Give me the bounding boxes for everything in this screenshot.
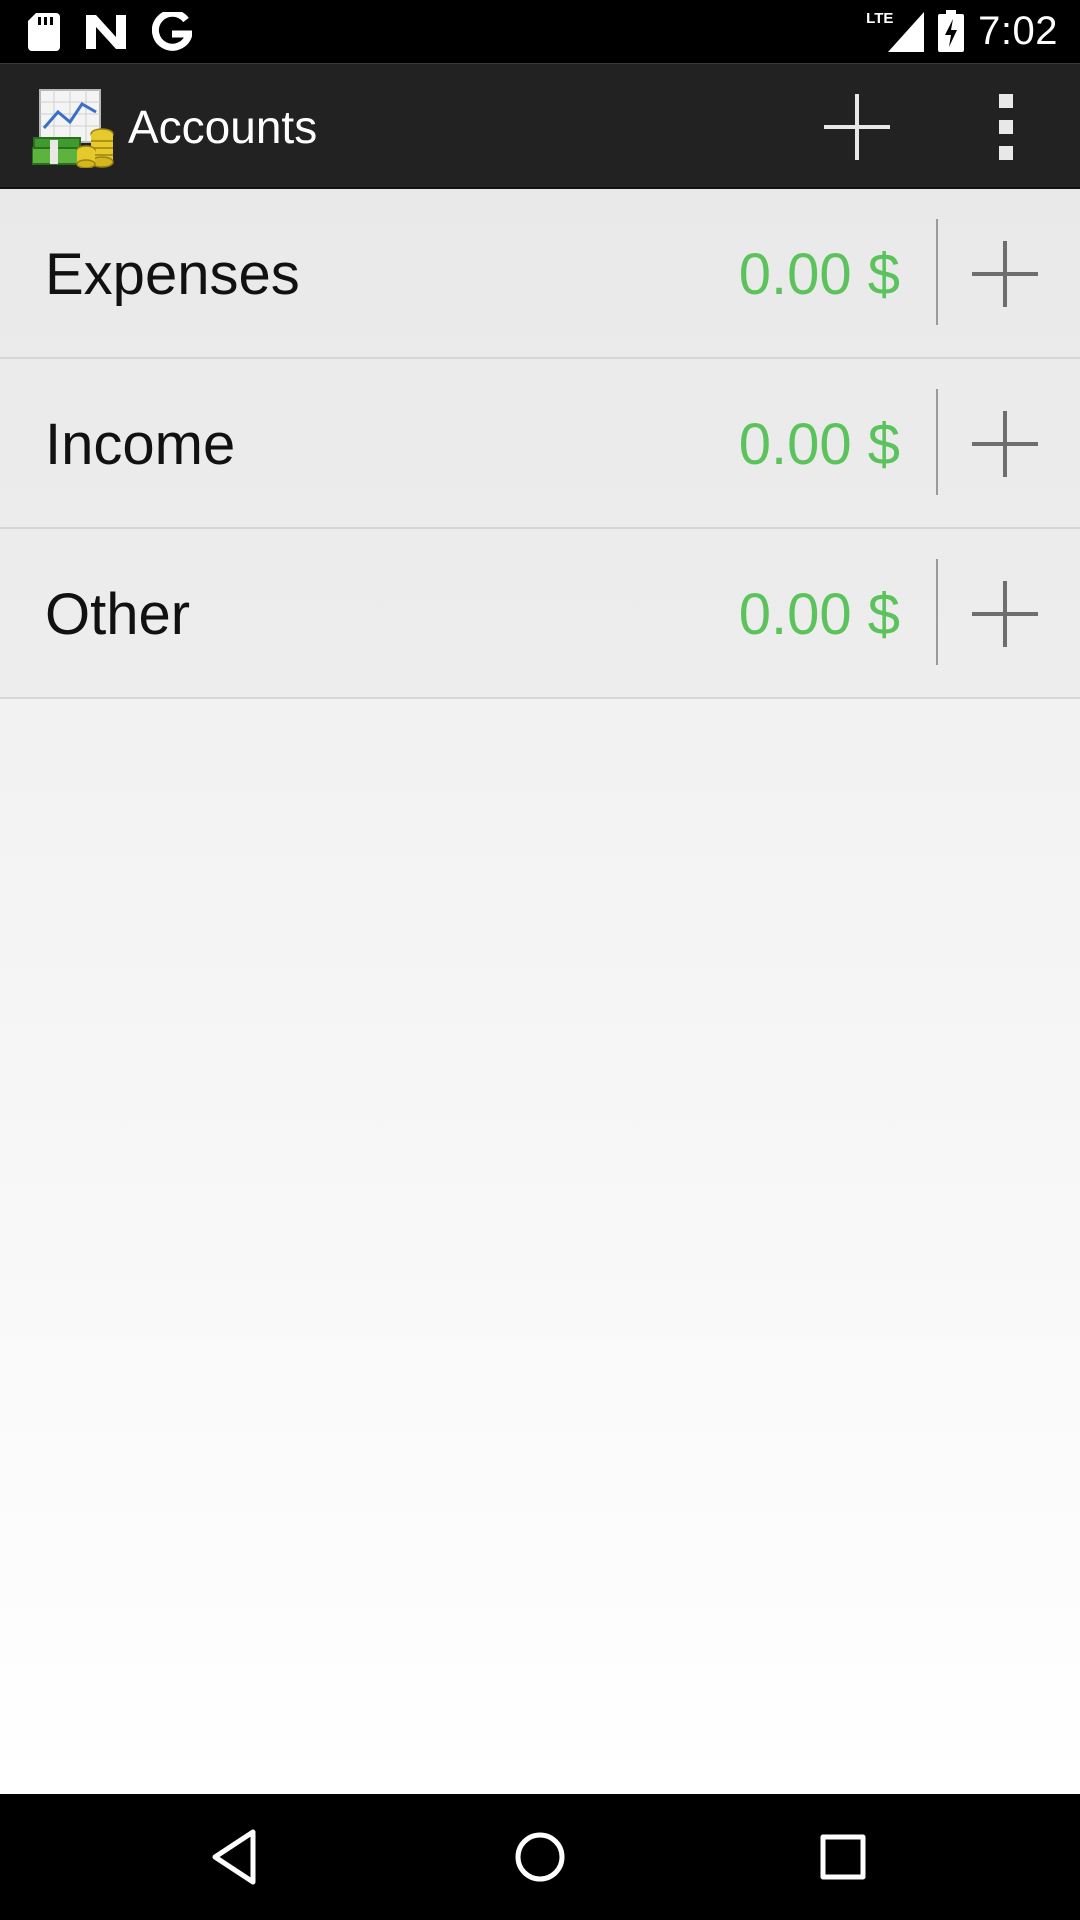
account-name: Other	[45, 582, 191, 647]
home-icon[interactable]	[507, 1824, 573, 1890]
overflow-menu-button[interactable]	[984, 92, 1028, 162]
navigation-bar	[0, 1794, 1080, 1920]
plus-icon	[972, 411, 1038, 477]
accounts-list: Expenses 0.00 $ Income 0.00 $ Other 0.00…	[0, 189, 1080, 1794]
account-name: Expenses	[45, 242, 300, 307]
plus-icon	[972, 241, 1038, 307]
page-title: Accounts	[128, 101, 318, 153]
status-bar: LTE 7:02	[0, 0, 1080, 63]
account-balance: 0.00 $	[738, 412, 900, 477]
sd-card-icon	[28, 13, 60, 51]
add-transaction-button[interactable]	[966, 405, 1044, 483]
account-row-other[interactable]: Other 0.00 $	[0, 529, 1080, 699]
plus-icon	[824, 94, 890, 160]
google-icon	[152, 12, 192, 51]
back-icon[interactable]	[203, 1824, 269, 1890]
account-balance: 0.00 $	[738, 582, 900, 647]
add-transaction-button[interactable]	[966, 575, 1044, 653]
add-transaction-button[interactable]	[966, 235, 1044, 313]
status-time: 7:02	[978, 8, 1058, 53]
action-bar: Accounts	[0, 63, 1080, 189]
signal-icon: LTE	[866, 10, 925, 52]
overflow-menu-icon	[999, 94, 1013, 108]
row-divider	[936, 559, 938, 665]
row-divider	[936, 389, 938, 495]
account-balance: 0.00 $	[738, 242, 900, 307]
account-row-expenses[interactable]: Expenses 0.00 $	[0, 189, 1080, 359]
app-logo-icon	[32, 89, 114, 168]
account-name: Income	[45, 412, 236, 477]
recents-icon[interactable]	[810, 1824, 876, 1890]
add-account-button[interactable]	[820, 90, 894, 164]
n-notification-icon	[86, 15, 126, 49]
account-row-income[interactable]: Income 0.00 $	[0, 359, 1080, 529]
battery-charging-icon	[938, 10, 965, 52]
plus-icon	[972, 581, 1038, 647]
row-divider	[936, 219, 938, 325]
